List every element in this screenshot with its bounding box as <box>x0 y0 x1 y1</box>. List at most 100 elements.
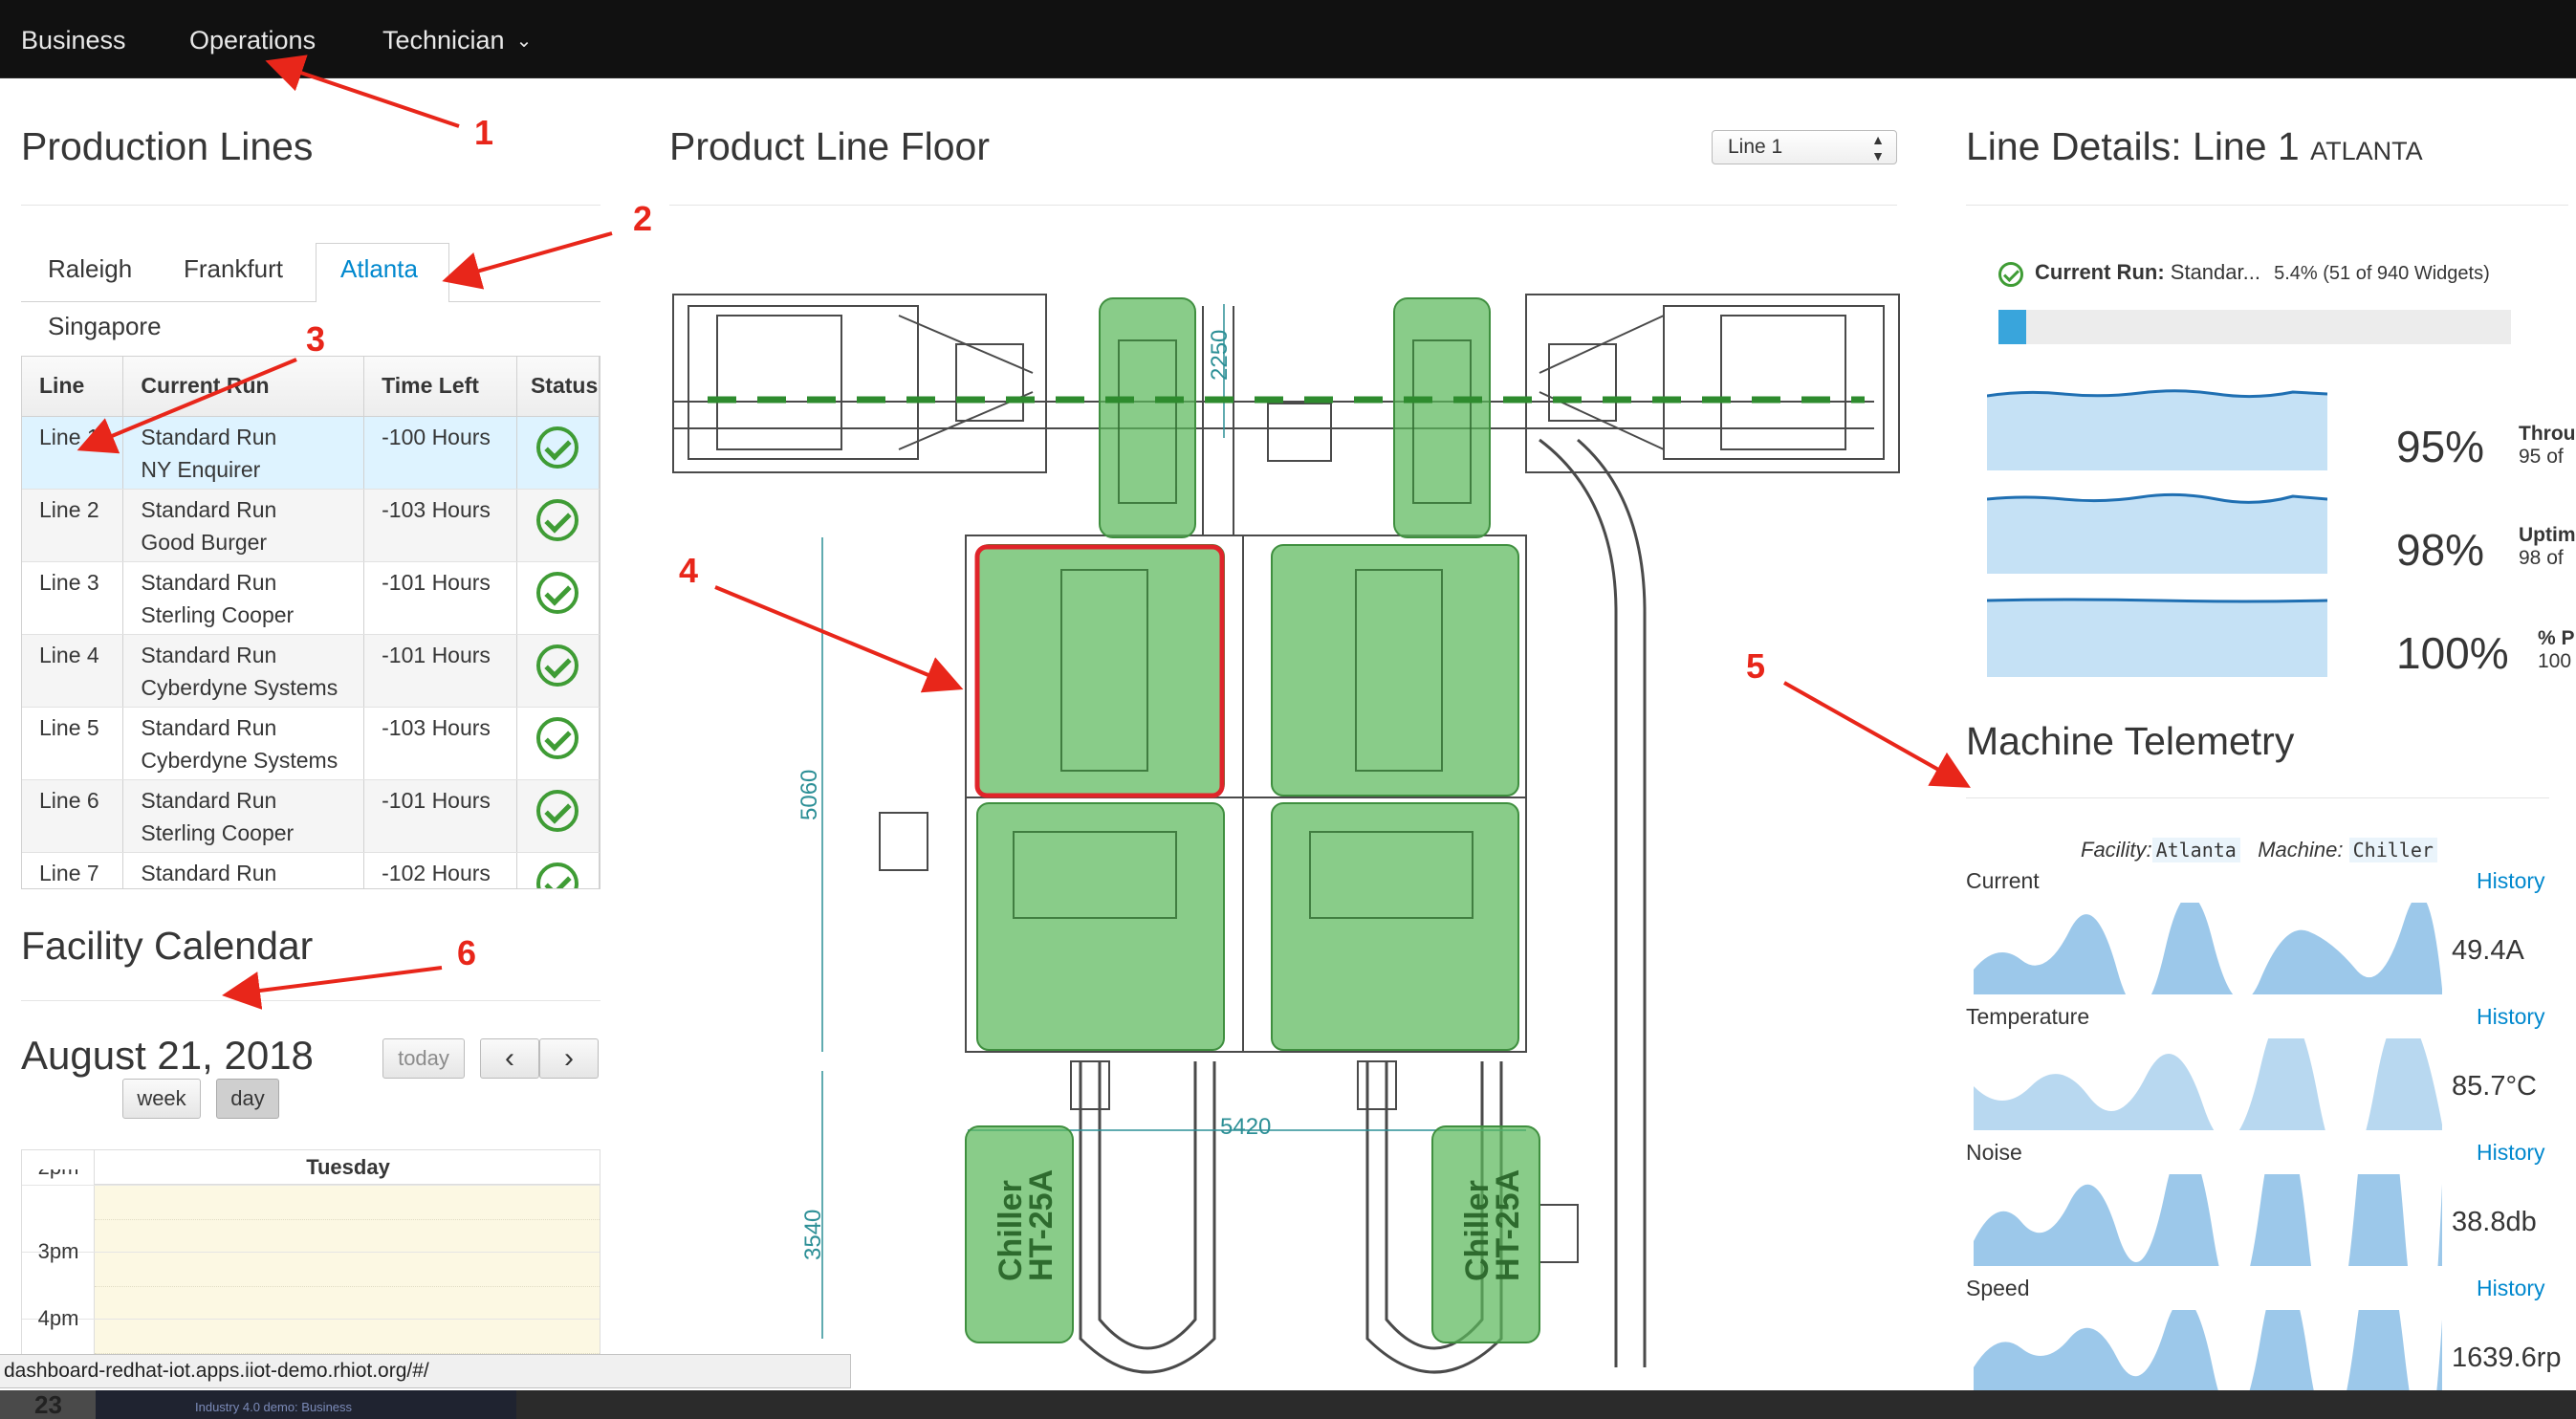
run-cell: Standard Run Sterling Cooper <box>122 561 365 635</box>
telemetry-context: Facility: Atlanta Machine: Chiller <box>2081 838 2437 862</box>
table-row[interactable]: Line 5 Standard Run Cyberdyne Systems -10… <box>22 707 600 780</box>
week-view-button[interactable]: week <box>122 1079 201 1119</box>
footer-caption: Industry 4.0 demo: Business <box>195 1400 353 1414</box>
hour-line <box>22 1319 600 1320</box>
column-header-status[interactable]: Status <box>516 357 600 417</box>
run-cell: Standard Run Good Burger <box>122 489 365 562</box>
conveyor-right <box>1525 294 1900 473</box>
check-circle-icon <box>536 571 579 614</box>
check-circle-icon <box>536 716 579 759</box>
history-link-speed[interactable]: History <box>2477 1276 2545 1301</box>
run-cell: Standard Run <box>122 852 365 888</box>
machine-top-right[interactable] <box>1393 297 1491 538</box>
run-cell: Standard Run Cyberdyne Systems <box>122 707 365 780</box>
quality-sparkline <box>1987 598 2327 677</box>
throughput-value: 95% <box>2396 422 2485 471</box>
time-left-cell: -103 Hours <box>363 489 517 562</box>
history-link-current[interactable]: History <box>2477 868 2545 894</box>
side-unit <box>879 812 928 871</box>
annotation-label-2: 2 <box>633 199 653 238</box>
throughput-label: Throu 95 of <box>2519 423 2575 469</box>
machine-line2[interactable] <box>1271 544 1519 797</box>
chiller-model: HT-25A <box>1023 1169 1059 1281</box>
table-row[interactable]: Line 1 Standard Run NY Enquirer -100 Hour… <box>22 416 600 490</box>
status-cell <box>516 779 600 853</box>
uptime-label: Uptim 98 of <box>2519 524 2576 570</box>
history-link-temperature[interactable]: History <box>2477 1004 2545 1030</box>
machine-line1-selected[interactable] <box>976 544 1225 797</box>
kpi-name: % P <box>2538 627 2575 649</box>
history-link-noise[interactable]: History <box>2477 1140 2545 1166</box>
divider <box>21 1000 600 1001</box>
hour-line <box>22 1185 600 1186</box>
run-customer: Cyberdyne Systems <box>141 674 338 700</box>
current-run-progress: 5.4% (51 of 940 Widgets) <box>2274 263 2490 284</box>
table-row[interactable]: Line 4 Standard Run Cyberdyne Systems -10… <box>22 634 600 708</box>
check-circle-icon <box>536 644 579 687</box>
page-number: 23 <box>34 1390 62 1419</box>
machine-top-left[interactable] <box>1099 297 1196 538</box>
dimension-3540: 3540 <box>800 1210 826 1260</box>
status-cell <box>516 489 600 562</box>
current-chart <box>1974 903 2442 994</box>
tab-atlanta[interactable]: Atlanta <box>340 254 418 284</box>
table-row[interactable]: Line 7 Standard Run -102 Hours <box>22 852 600 888</box>
column-header-current-run[interactable]: Current Run <box>122 357 365 417</box>
nav-business[interactable]: Business <box>21 0 126 78</box>
half-hour-line <box>95 1286 600 1287</box>
kpi-sub: 95 of <box>2519 446 2564 468</box>
status-cell <box>516 634 600 708</box>
prev-button[interactable]: ‹ <box>480 1038 539 1079</box>
table-row[interactable]: Line 3 Standard Run Sterling Cooper -101 … <box>22 561 600 635</box>
line-cell: Line 7 <box>22 852 124 888</box>
run-name: Standard Run <box>141 860 277 885</box>
annotation-label-5: 5 <box>1746 646 1766 686</box>
table-row[interactable]: Line 6 Standard Run Sterling Cooper -101 … <box>22 779 600 853</box>
noise-chart <box>1974 1174 2442 1266</box>
metric-noise-value: 38.8db <box>2452 1207 2537 1237</box>
divider <box>669 205 1897 206</box>
metric-noise-label: Noise <box>1966 1140 2022 1165</box>
metric-speed-value: 1639.6rp <box>2452 1343 2562 1373</box>
time-left-cell: -102 Hours <box>363 852 517 888</box>
divider <box>1966 797 2549 798</box>
tab-frankfurt[interactable]: Frankfurt <box>184 254 283 284</box>
run-cell: Standard Run Cyberdyne Systems <box>122 634 365 708</box>
facility-value: Atlanta <box>2151 838 2240 862</box>
day-header: Tuesday <box>95 1150 600 1185</box>
column-header-time-left[interactable]: Time Left <box>363 357 517 417</box>
current-run-key: Current Run: <box>2035 260 2165 284</box>
tab-singapore[interactable]: Singapore <box>48 312 162 341</box>
time-left-cell: -100 Hours <box>363 416 517 490</box>
run-name: Standard Run <box>141 642 277 667</box>
temperature-chart <box>1974 1038 2442 1130</box>
run-cell: Standard Run NY Enquirer <box>122 416 365 490</box>
dimension-2250: 2250 <box>1207 330 1233 381</box>
annotation-label-1: 1 <box>474 113 494 152</box>
tab-raleigh[interactable]: Raleigh <box>48 254 132 284</box>
annotation-arrow-2 <box>442 231 613 290</box>
run-customer: Sterling Cooper <box>141 601 295 627</box>
metric-current-value: 49.4A <box>2452 935 2524 966</box>
time-left-cell: -101 Hours <box>363 779 517 853</box>
nav-operations[interactable]: Operations <box>189 0 316 78</box>
hour-line <box>22 1252 600 1253</box>
time-label-text: 2pm <box>38 1169 79 1179</box>
calendar-date: August 21, 2018 <box>21 1033 314 1078</box>
today-button[interactable]: today <box>382 1038 465 1079</box>
day-view-button[interactable]: day <box>216 1079 279 1119</box>
dimension-5060: 5060 <box>797 770 822 820</box>
check-circle-icon <box>536 426 579 469</box>
time-left-cell: -101 Hours <box>363 561 517 635</box>
table-row[interactable]: Line 2 Standard Run Good Burger -103 Hour… <box>22 489 600 562</box>
next-button[interactable]: › <box>539 1038 599 1079</box>
run-progress-fill <box>1998 310 2026 344</box>
column-header-line[interactable]: Line <box>22 357 124 417</box>
machine-lower-right[interactable] <box>1271 802 1519 1051</box>
line-select[interactable]: Line 1 ▲ ▼ <box>1712 130 1897 164</box>
time-label: 2pm <box>22 1169 95 1189</box>
half-hour-line <box>95 1219 600 1220</box>
divider <box>1966 205 2568 206</box>
line-cell: Line 3 <box>22 561 124 635</box>
nav-technician[interactable]: Technician ⌄ <box>382 0 532 78</box>
